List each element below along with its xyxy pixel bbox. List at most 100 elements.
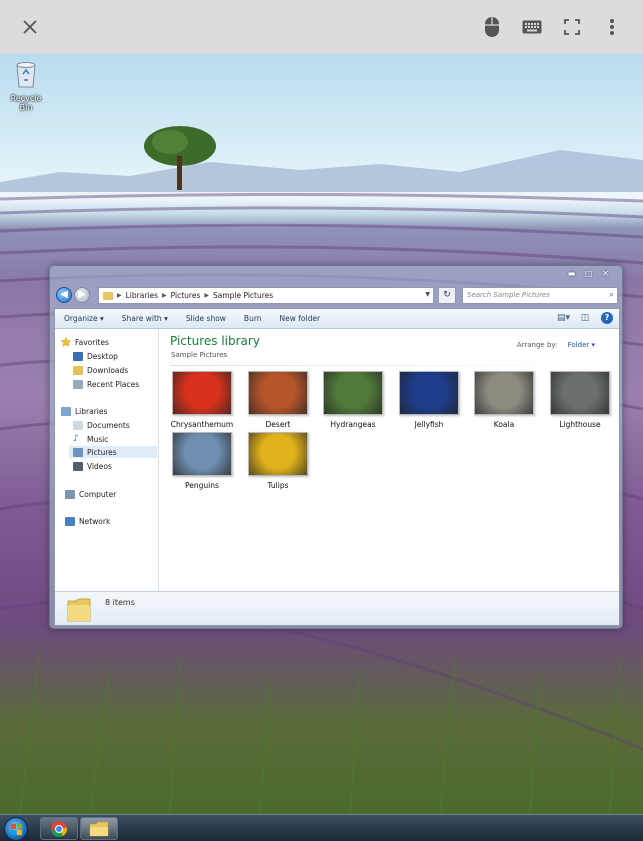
minimize-icon[interactable]: ▬ [565, 268, 578, 279]
thumbnail-image [172, 371, 232, 415]
breadcrumb-libraries[interactable]: Libraries [126, 291, 158, 300]
close-icon[interactable] [16, 13, 44, 41]
refresh-icon[interactable]: ↻ [438, 287, 456, 304]
thumbnail-label: Lighthouse [559, 420, 601, 429]
windows-logo-icon [11, 824, 22, 835]
search-input[interactable]: Search Sample Pictures ⌕ [462, 287, 618, 304]
breadcrumb-pictures[interactable]: Pictures [171, 291, 201, 300]
thumbnail-item[interactable]: Desert [243, 371, 313, 429]
nav-favorites[interactable]: Favorites [61, 336, 109, 348]
slide-show-button[interactable]: Slide show [177, 314, 235, 323]
desktop: Recycle Bin ▬ □ ✕ ◀ ▶ ▶ Libraries ▶ Pict… [0, 54, 643, 814]
arrange-by: Arrange by: Folder ▾ [517, 341, 595, 349]
thumbnail-label: Chrysanthemum [170, 420, 234, 429]
nav-documents[interactable]: Documents [73, 419, 130, 431]
recycle-bin-label: Recycle Bin [10, 94, 42, 112]
nav-videos[interactable]: Videos [73, 460, 112, 472]
thumbnail-item[interactable]: Hydrangeas [318, 371, 388, 429]
thumbnail-image [172, 432, 232, 476]
downloads-icon [73, 365, 83, 375]
thumbnail-image [248, 371, 308, 415]
organize-button[interactable]: Organize ▾ [55, 314, 113, 323]
nav-downloads[interactable]: Downloads [73, 364, 128, 376]
close-window-icon[interactable]: ✕ [599, 268, 612, 279]
burn-button[interactable]: Burn [235, 314, 271, 323]
desktop-icon [73, 351, 83, 361]
keyboard-icon[interactable] [518, 13, 546, 41]
explorer-client: Organize ▾ Share with ▾ Slide show Burn … [54, 308, 620, 626]
folder-icon [103, 291, 113, 300]
pictures-icon [73, 447, 83, 457]
content-pane: Pictures library Sample Pictures Arrange… [160, 329, 619, 591]
videos-icon [73, 461, 83, 471]
thumbnail-label: Penguins [185, 481, 219, 490]
recycle-bin-icon [16, 62, 36, 88]
more-vert-icon[interactable] [598, 13, 626, 41]
address-dropdown-icon[interactable]: ▼ [425, 291, 430, 298]
nav-pictures[interactable]: Pictures [69, 446, 157, 458]
thumbnail-item[interactable]: Chrysanthemum [167, 371, 237, 429]
thumbnail-image [323, 371, 383, 415]
thumbnail-label: Tulips [267, 481, 289, 490]
thumbnail-item[interactable]: Lighthouse [545, 371, 615, 429]
mountains-background [0, 150, 643, 192]
thumbnail-item[interactable]: Jellyfish [394, 371, 464, 429]
thumbnail-label: Hydrangeas [330, 420, 376, 429]
tree-background [144, 126, 216, 190]
nav-network[interactable]: Network [65, 515, 110, 527]
thumbnail-label: Koala [493, 420, 515, 429]
nav-music[interactable]: ♪ Music [73, 433, 108, 445]
thumbnail-item[interactable]: Tulips [243, 432, 313, 490]
music-icon: ♪ [73, 434, 79, 444]
view-options-icon[interactable]: ▤▾ [557, 312, 570, 324]
folder-icon [67, 598, 91, 622]
start-button[interactable] [4, 817, 28, 841]
arrange-by-label: Arrange by: [516, 341, 558, 349]
library-subtitle: Sample Pictures [171, 351, 228, 359]
thumbnail-image [399, 371, 459, 415]
recent-places-icon [73, 379, 83, 389]
thumbnail-item[interactable]: Penguins [167, 432, 237, 490]
search-icon: ⌕ [608, 290, 614, 300]
thumbnail-image [550, 371, 610, 415]
recycle-bin[interactable]: Recycle Bin [4, 60, 48, 112]
navigation-pane: Favorites Desktop Downloads Recent Place… [55, 329, 159, 591]
arrange-by-dropdown[interactable]: Folder ▾ [568, 341, 595, 349]
libraries-icon [61, 406, 71, 416]
chrome-icon [51, 820, 68, 837]
nav-recent-places[interactable]: Recent Places [73, 378, 139, 390]
star-icon [61, 337, 71, 347]
network-icon [65, 516, 75, 526]
thumbnail-image [474, 371, 534, 415]
folder-icon [89, 821, 109, 836]
thumbnail-label: Jellyfish [414, 420, 444, 429]
thumbnail-item[interactable]: Koala [469, 371, 539, 429]
nav-desktop[interactable]: Desktop [73, 350, 118, 362]
window-controls: ▬ □ ✕ [565, 268, 612, 279]
search-placeholder: Search Sample Pictures [467, 291, 550, 299]
address-bar[interactable]: ▶ Libraries ▶ Pictures ▶ Sample Pictures… [98, 287, 434, 304]
library-title: Pictures library [170, 334, 260, 348]
viewer-toolbar [0, 0, 643, 54]
taskbar [0, 814, 643, 841]
forward-icon[interactable]: ▶ [74, 287, 90, 303]
breadcrumb-sample-pictures[interactable]: Sample Pictures [213, 291, 273, 300]
new-folder-button[interactable]: New folder [271, 314, 330, 323]
documents-icon [73, 420, 83, 430]
nav-computer[interactable]: Computer [65, 488, 116, 500]
share-with-button[interactable]: Share with ▾ [113, 314, 177, 323]
thumbnail-label: Desert [265, 420, 291, 429]
help-icon[interactable]: ? [601, 312, 613, 324]
maximize-icon[interactable]: □ [582, 268, 595, 279]
preview-pane-icon[interactable]: ◫ [579, 312, 591, 324]
mouse-icon[interactable] [478, 13, 506, 41]
details-pane: 8 items [55, 591, 619, 625]
item-count: 8 items [105, 598, 135, 607]
nav-libraries[interactable]: Libraries [61, 405, 107, 417]
explorer-taskbar-button[interactable] [80, 817, 118, 840]
chrome-taskbar-button[interactable] [40, 817, 78, 840]
computer-icon [65, 489, 75, 499]
fullscreen-icon[interactable] [558, 13, 586, 41]
back-icon[interactable]: ◀ [56, 287, 72, 303]
explorer-window: ▬ □ ✕ ◀ ▶ ▶ Libraries ▶ Pictures ▶ Sampl… [49, 265, 623, 629]
